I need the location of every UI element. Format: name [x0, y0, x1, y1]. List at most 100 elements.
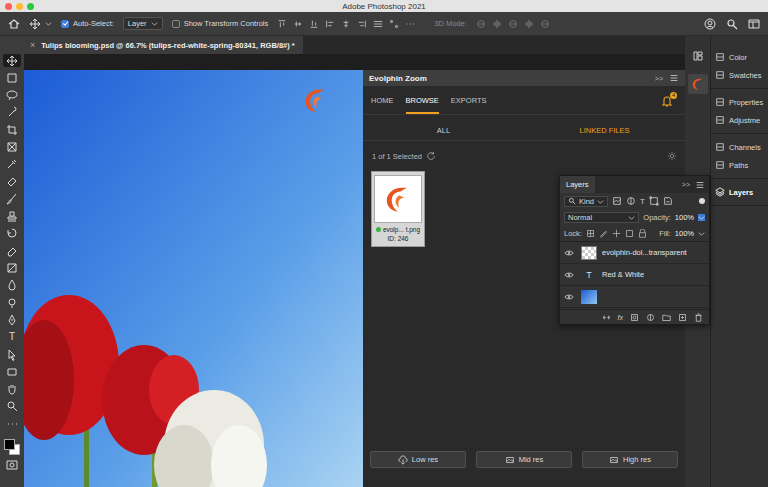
layer-action-icon[interactable] [662, 313, 671, 322]
dock-panel-button[interactable]: Paths [711, 156, 768, 174]
dock-panel-button[interactable]: Adjustme [711, 111, 768, 129]
filter-tab[interactable]: ALL [363, 120, 524, 140]
auto-select-target-dropdown[interactable]: Layer [123, 17, 163, 30]
dock-panel-button[interactable]: Properties [711, 93, 768, 111]
3d-tool-icon[interactable] [540, 19, 550, 29]
checkbox[interactable] [61, 20, 69, 28]
align-icon[interactable] [293, 19, 303, 29]
align-icon[interactable] [325, 19, 335, 29]
layer-action-icon[interactable] [678, 313, 687, 322]
visibility-icon[interactable] [564, 248, 574, 258]
tool-button[interactable] [3, 227, 21, 240]
dock-panel-button[interactable]: Channels [711, 138, 768, 156]
search-icon[interactable] [726, 18, 738, 30]
zoom-button[interactable] [27, 3, 34, 10]
layer-action-icon[interactable] [694, 313, 703, 322]
blend-mode-dropdown[interactable]: Normal [564, 212, 639, 223]
fill-field[interactable]: 100% [675, 229, 694, 238]
3d-tool-icon[interactable] [476, 19, 486, 29]
gear-icon[interactable] [667, 151, 677, 161]
tool-button[interactable] [3, 365, 21, 378]
panel-tab[interactable]: HOME [371, 88, 394, 114]
transform-controls-checkbox[interactable]: Show Transform Controls [172, 19, 269, 28]
layer-row[interactable]: T Red & White [560, 264, 709, 286]
tool-button[interactable] [3, 192, 21, 205]
tool-button[interactable] [3, 296, 21, 309]
filter-kind-dropdown[interactable]: Kind [564, 196, 608, 207]
tool-preset-picker[interactable] [29, 18, 52, 30]
tool-button[interactable] [3, 106, 21, 119]
resolution-button[interactable]: Mid res [476, 451, 572, 468]
layer-row[interactable] [560, 286, 709, 308]
tool-button[interactable] [3, 262, 21, 275]
tool-button[interactable]: T [3, 331, 21, 344]
adjustment-filter-icon[interactable] [626, 196, 636, 206]
tool-button[interactable] [3, 313, 21, 326]
menu-icon[interactable] [669, 73, 679, 83]
collapse-button[interactable]: >> [682, 176, 690, 193]
more-icon[interactable] [405, 19, 415, 29]
home-icon[interactable] [8, 18, 20, 30]
3d-tool-icon[interactable] [524, 19, 534, 29]
tool-button[interactable] [3, 54, 21, 67]
align-icon[interactable] [309, 19, 319, 29]
menu-icon[interactable] [695, 180, 705, 190]
tool-button[interactable] [3, 244, 21, 257]
resolution-button[interactable]: Low res [370, 451, 466, 468]
workspace-icon[interactable] [748, 18, 760, 30]
foreground-color[interactable] [4, 439, 15, 450]
layer-row[interactable]: evolphin-dol...transparent [560, 242, 709, 264]
filter-tab[interactable]: LINKED FILES [524, 120, 685, 140]
tool-button[interactable] [3, 279, 21, 292]
asset-card[interactable]: evolp... t.png ID: 246 [371, 171, 425, 247]
tool-button[interactable] [3, 210, 21, 223]
align-icon[interactable] [389, 19, 399, 29]
tool-button[interactable] [3, 140, 21, 153]
layers-panel[interactable]: Layers >> Kind T Normal Opacity: 100% Lo… [559, 175, 710, 325]
lock-option-icon[interactable] [625, 229, 634, 238]
document-tab[interactable]: × Tulips blooming.psd @ 66.7% (tulips-re… [24, 36, 303, 54]
filter-toggle[interactable] [699, 198, 705, 204]
visibility-icon[interactable] [564, 270, 574, 280]
lock-option-icon[interactable] [612, 229, 621, 238]
collapse-button[interactable]: >> [655, 75, 663, 82]
tool-button[interactable] [3, 89, 21, 102]
canvas[interactable] [24, 70, 363, 487]
auto-select-checkbox[interactable]: Auto-Select: [61, 19, 114, 28]
dock-panel-button[interactable]: Swatches [711, 66, 768, 84]
pixel-filter-icon[interactable] [612, 196, 622, 206]
color-swatches[interactable] [4, 439, 20, 455]
type-filter-glyph[interactable]: T [640, 197, 645, 206]
opacity-field[interactable]: 100% [675, 213, 694, 222]
close-button[interactable] [5, 3, 12, 10]
chevron-icon[interactable] [698, 230, 705, 237]
align-icon[interactable] [341, 19, 351, 29]
evolphin-panel-button[interactable] [688, 74, 708, 94]
tool-button[interactable] [3, 400, 21, 413]
shape-filter-icon[interactable] [649, 196, 659, 206]
3d-tool-icon[interactable] [492, 19, 502, 29]
panel-tab[interactable]: EXPORTS [451, 88, 487, 114]
chevron-icon[interactable] [698, 214, 705, 221]
quick-mask-icon[interactable] [6, 459, 18, 471]
3d-tool-icon[interactable] [508, 19, 518, 29]
layer-action-icon[interactable] [630, 313, 639, 322]
notifications-button[interactable]: 4 [661, 88, 677, 114]
tool-button[interactable] [3, 348, 21, 361]
align-icon[interactable] [277, 19, 287, 29]
panel-tab[interactable]: BROWSE [406, 88, 439, 114]
smart-object-filter-icon[interactable] [663, 196, 673, 206]
layer-style-button[interactable]: fx [618, 314, 623, 321]
libraries-icon[interactable] [692, 50, 704, 62]
close-tab-button[interactable]: × [30, 40, 35, 50]
minimize-button[interactable] [16, 3, 23, 10]
tool-button[interactable] [3, 417, 21, 430]
tool-button[interactable] [3, 175, 21, 188]
resolution-button[interactable]: High res [582, 451, 678, 468]
layers-tab[interactable]: Layers [560, 176, 595, 193]
tool-button[interactable] [3, 123, 21, 136]
visibility-icon[interactable] [564, 292, 574, 302]
refresh-icon[interactable] [426, 151, 436, 161]
layer-action-icon[interactable] [602, 313, 611, 322]
lock-option-icon[interactable] [599, 229, 608, 238]
